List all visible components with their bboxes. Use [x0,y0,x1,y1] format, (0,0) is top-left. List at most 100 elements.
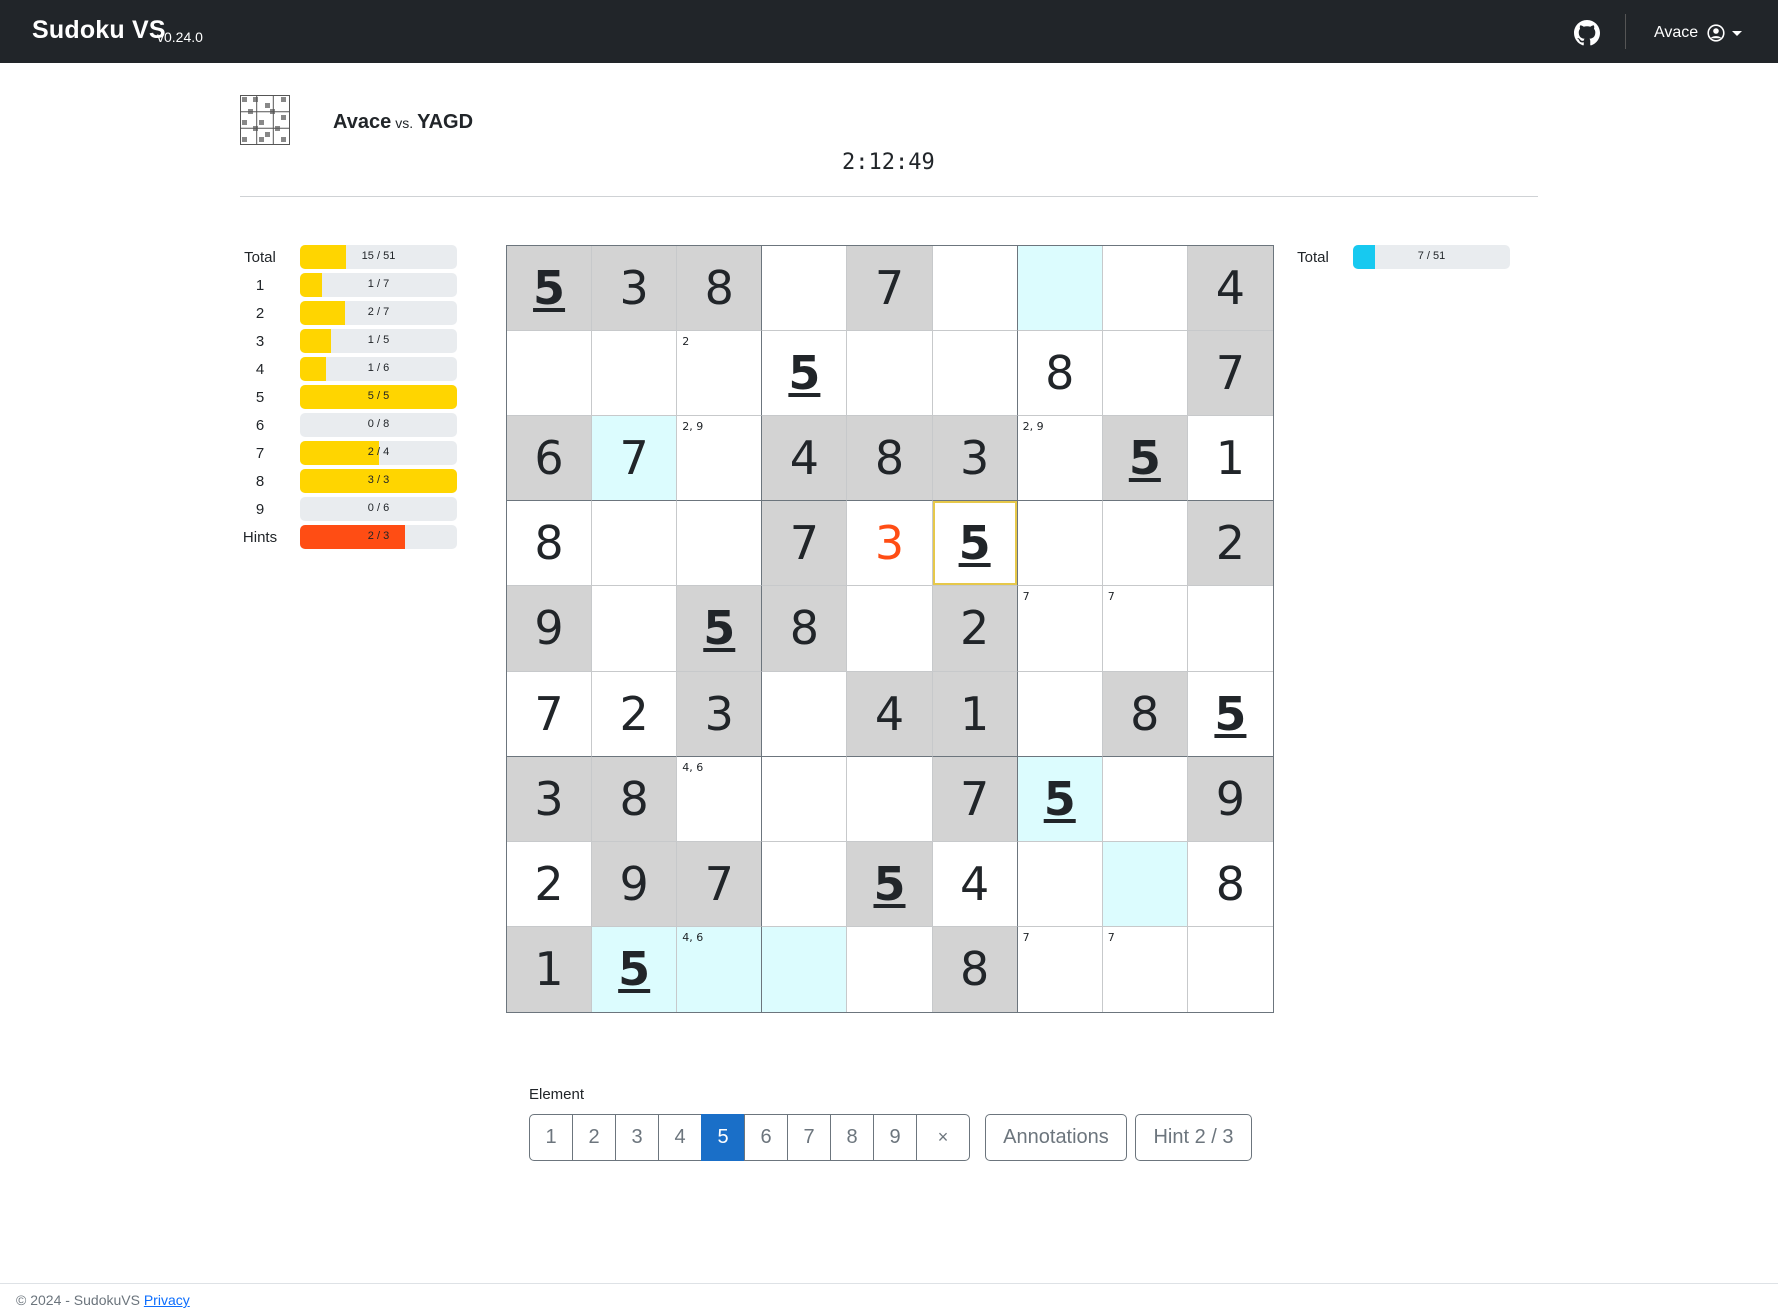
board-cell[interactable]: 5 [932,501,1018,587]
board-cell[interactable] [1102,841,1188,927]
element-button-1[interactable]: 1 [529,1114,573,1161]
board-cell[interactable]: 8 [592,756,678,842]
brand-title[interactable]: Sudoku VS [32,16,166,45]
element-button-5[interactable]: 5 [701,1114,745,1161]
board-cell[interactable] [592,331,678,417]
board-cell[interactable] [1017,671,1103,757]
board-cell[interactable]: 5 [592,926,678,1012]
board-cell[interactable]: 2 [592,671,678,757]
board-cell[interactable] [847,756,933,842]
board-cell[interactable] [847,586,933,672]
board-cell[interactable] [1187,586,1273,672]
github-icon[interactable] [1574,20,1600,46]
board-cell[interactable]: 4, 6 [677,756,763,842]
element-button-8[interactable]: 8 [830,1114,874,1161]
board-cell[interactable]: 3 [847,501,933,587]
board-cell[interactable]: 5 [847,841,933,927]
board-cell[interactable]: 1 [932,671,1018,757]
board-cell[interactable]: 2 [932,586,1018,672]
board-cell[interactable]: 8 [847,416,933,502]
board-cell[interactable]: 4, 6 [677,926,763,1012]
board-cell[interactable] [592,586,678,672]
board-cell[interactable]: 7 [1018,926,1103,1012]
board-cell[interactable]: 5 [507,246,593,332]
board-cell[interactable] [1102,501,1188,587]
board-cell[interactable]: 8 [1017,331,1103,417]
element-button-7[interactable]: 7 [787,1114,831,1161]
board-cell[interactable]: 8 [762,586,848,672]
board-cell[interactable] [1102,756,1188,842]
board-cell[interactable]: 7 [1187,331,1273,417]
board-cell[interactable]: 2, 9 [677,416,763,502]
element-button-4[interactable]: 4 [658,1114,702,1161]
board-cell[interactable] [932,331,1018,417]
board-cell[interactable]: 4 [847,671,933,757]
board-cell[interactable]: 5 [1102,416,1188,502]
board-cell[interactable]: 2 [507,841,593,927]
element-button-6[interactable]: 6 [744,1114,788,1161]
board-cell[interactable]: 7 [762,501,848,587]
element-button-9[interactable]: 9 [873,1114,917,1161]
board-cell[interactable]: 5 [1017,756,1103,842]
board-cell[interactable] [847,926,933,1012]
board-cell[interactable]: 9 [507,586,593,672]
board-cell[interactable] [1102,331,1188,417]
board-cell[interactable]: 7 [1102,586,1188,672]
board-cell[interactable]: 5 [762,331,848,417]
privacy-link[interactable]: Privacy [144,1292,190,1308]
board-cell[interactable] [762,246,848,332]
board-cell[interactable] [1188,927,1273,1012]
board-cell[interactable] [1017,501,1103,587]
board-cell[interactable]: 7 [507,671,593,757]
board-cell[interactable]: 4 [762,416,848,502]
board-cell[interactable] [762,756,848,842]
hint-button[interactable]: Hint 2 / 3 [1135,1114,1252,1161]
user-circle-icon[interactable] [1707,24,1725,42]
board-cell[interactable]: 2 [677,331,763,417]
board-cell[interactable] [762,926,848,1012]
board-cell[interactable]: 1 [507,926,593,1012]
board-cell[interactable] [762,841,848,927]
board-cell[interactable]: 8 [1187,842,1273,927]
board-cell[interactable]: 7 [847,246,933,332]
element-button-2[interactable]: 2 [572,1114,616,1161]
board-cell[interactable] [677,501,763,587]
board-cell[interactable]: 3 [932,416,1018,502]
board-cell[interactable]: 3 [592,246,678,332]
board-cell[interactable]: 8 [932,926,1018,1012]
annotations-button[interactable]: Annotations [985,1114,1127,1161]
board-cell[interactable]: 8 [1102,671,1188,757]
board-cell[interactable]: 5 [1187,672,1273,757]
board-cell[interactable]: 3 [677,671,763,757]
board-cell[interactable]: 6 [507,416,593,502]
element-button-3[interactable]: 3 [615,1114,659,1161]
board-cell[interactable]: 4 [1187,246,1273,332]
board-cell[interactable] [762,671,848,757]
board-cell[interactable]: 8 [677,246,763,332]
board-cell[interactable]: 5 [677,586,763,672]
caret-down-icon[interactable] [1732,31,1742,36]
board-cell[interactable]: 7 [592,416,678,502]
board-cell[interactable]: 9 [592,841,678,927]
board-cell[interactable]: 4 [932,841,1018,927]
board-cell[interactable] [1102,246,1188,332]
board-cell[interactable]: 9 [1187,756,1273,842]
cell-value: 3 [619,261,649,316]
board-cell[interactable]: 1 [1187,416,1273,502]
board-cell[interactable]: 2, 9 [1017,416,1103,502]
board-cell[interactable] [1017,841,1103,927]
board-cell[interactable]: 8 [507,501,593,587]
board-cell[interactable]: 7 [1103,926,1188,1012]
board-cell[interactable] [507,331,593,417]
board-cell[interactable]: 7 [1017,586,1103,672]
user-menu-name[interactable]: Avace [1654,24,1698,42]
board-cell[interactable]: 3 [507,756,593,842]
board-cell[interactable]: 7 [932,756,1018,842]
board-cell[interactable] [592,501,678,587]
board-cell[interactable]: 2 [1187,501,1273,587]
clear-button[interactable]: × [916,1114,970,1161]
board-cell[interactable] [932,246,1018,332]
board-cell[interactable] [847,331,933,417]
board-cell[interactable] [1017,246,1103,332]
board-cell[interactable]: 7 [677,841,763,927]
